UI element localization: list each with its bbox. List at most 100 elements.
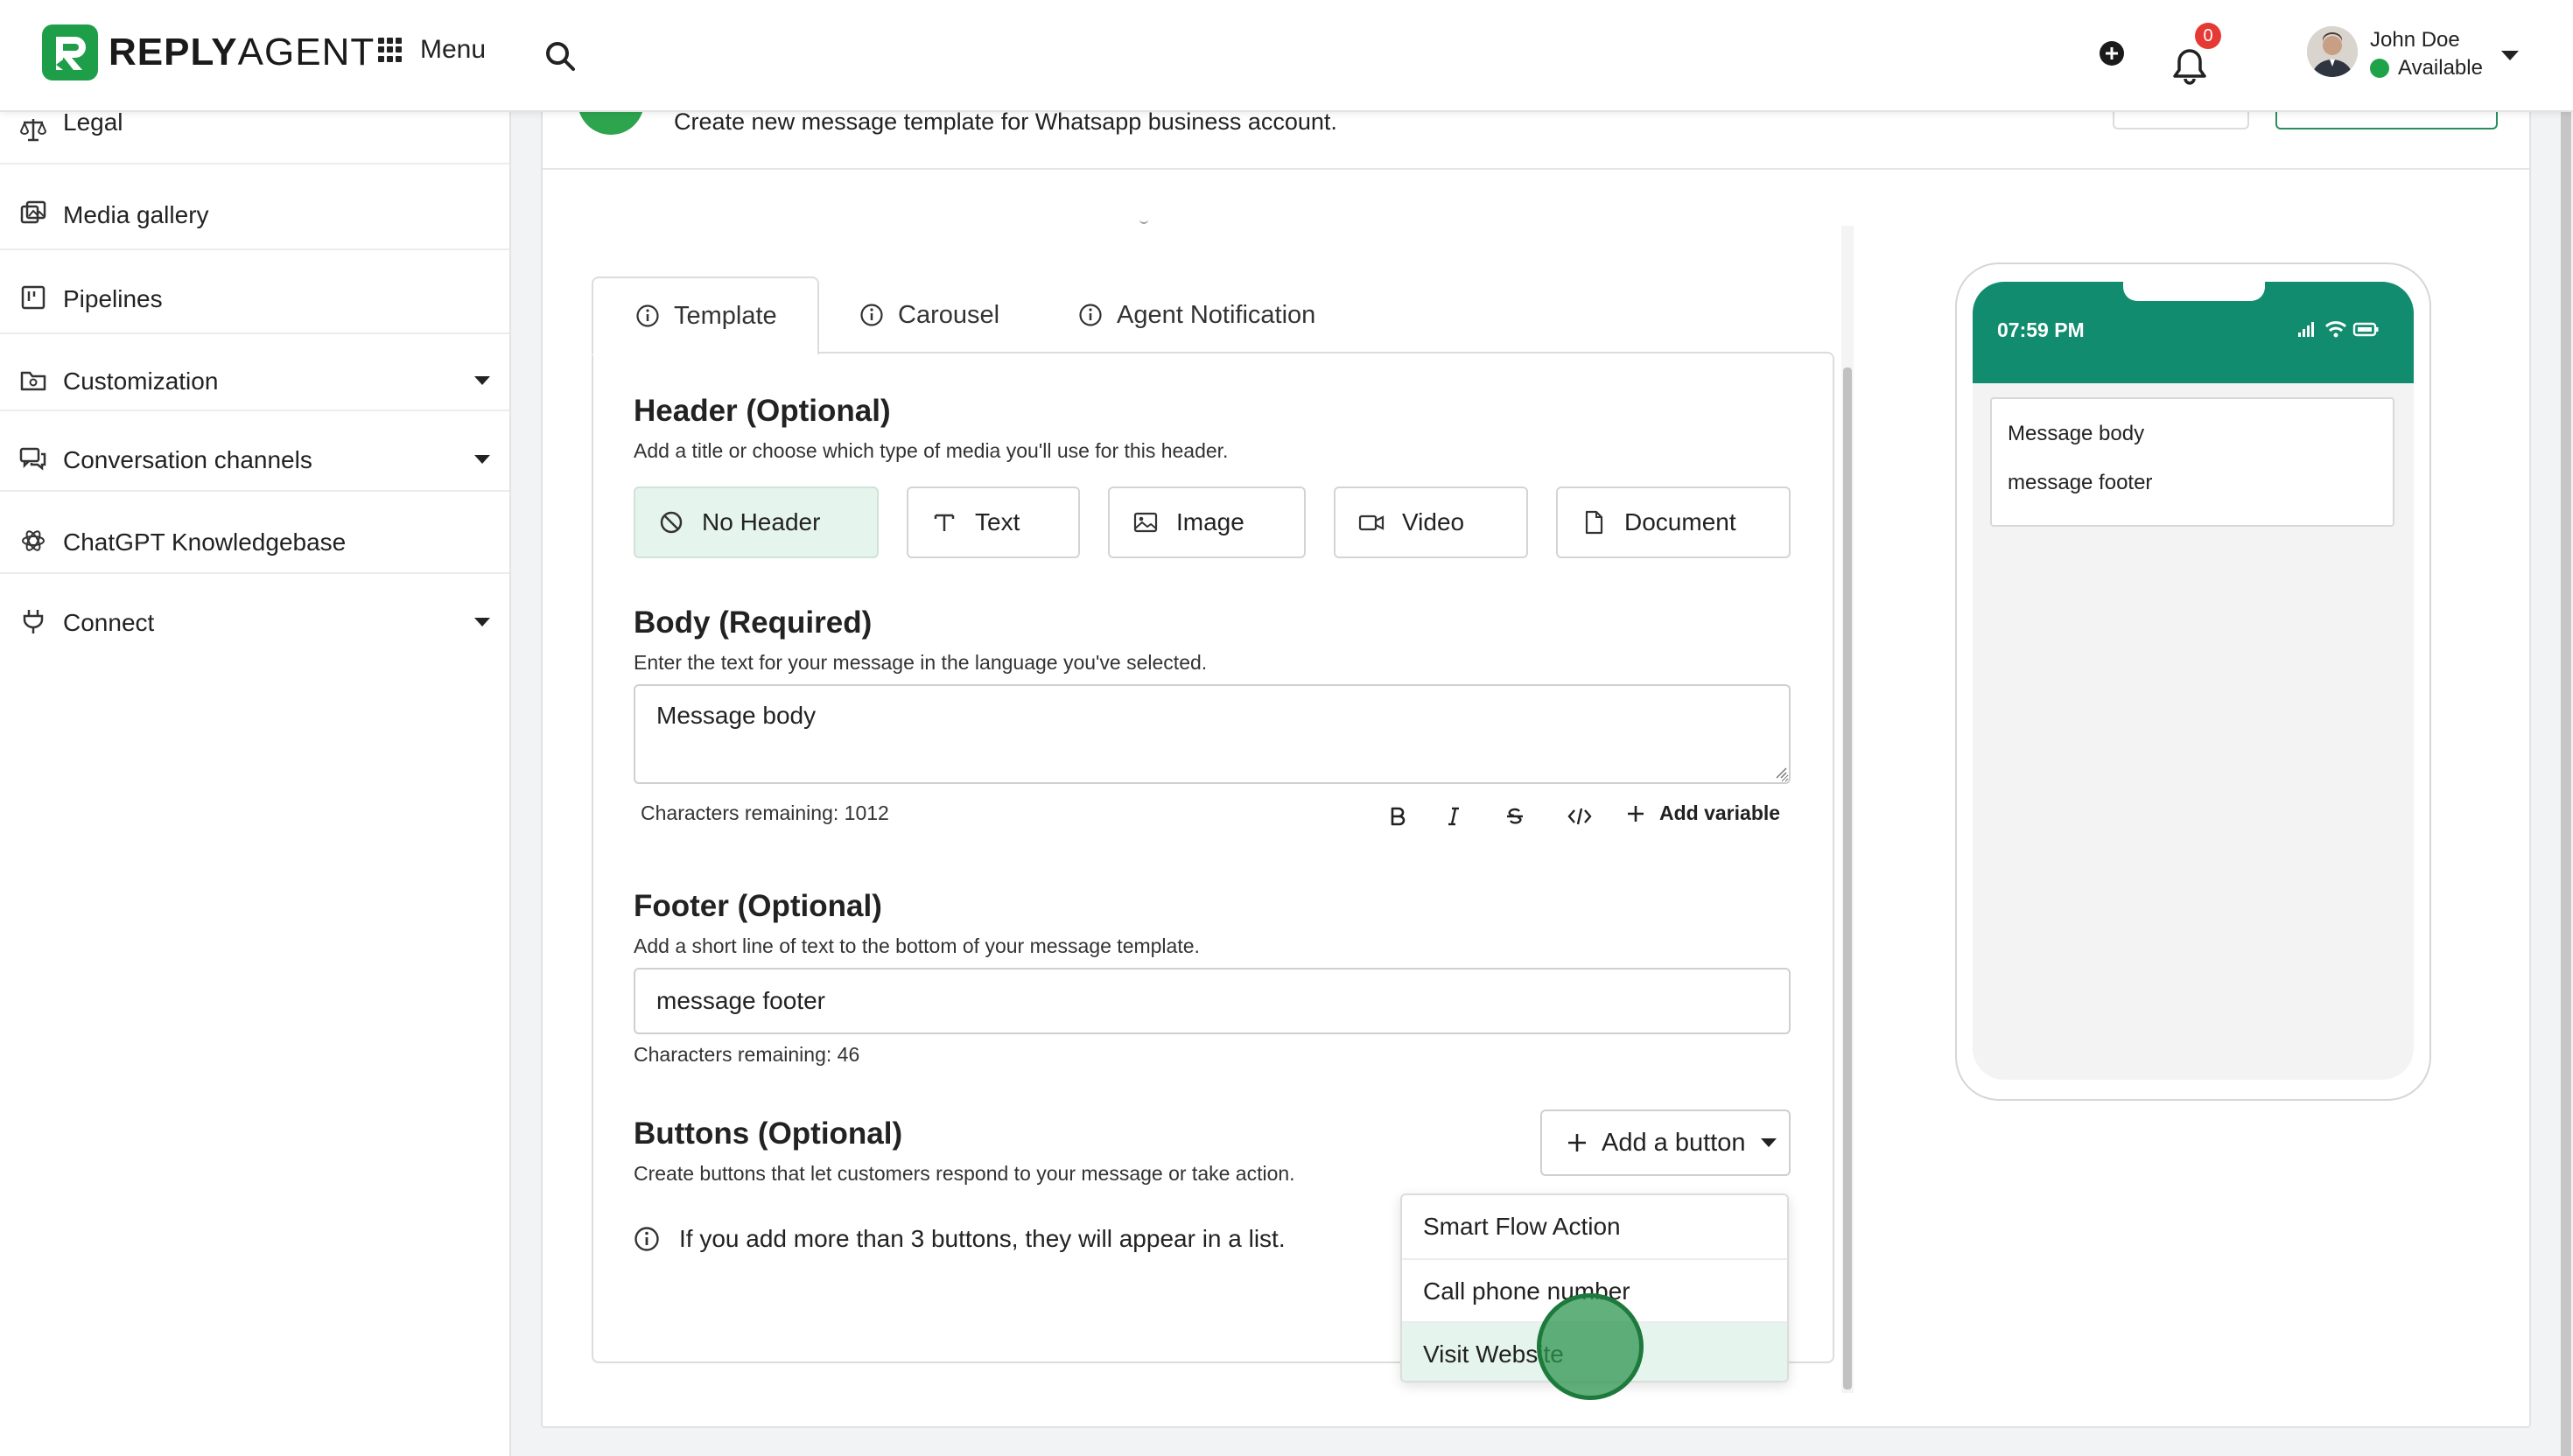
menu-label: Menu [420,35,487,64]
divider [0,572,509,574]
header-option-image[interactable]: Image [1108,486,1306,558]
user-name: John Doe [2370,28,2460,52]
header-option-label: No Header [702,508,821,536]
preview-message-body: Message body [2008,422,2145,445]
notification-badge: 0 [2195,23,2221,49]
user-status[interactable]: Available [2370,56,2483,80]
tab-carousel[interactable]: Carousel [859,276,999,354]
header-option-label: Video [1402,508,1465,536]
sidebar-item-label: ChatGPT Knowledgebase [63,528,347,556]
chat-icon [19,447,46,471]
chevron-down-icon [474,376,490,385]
buttons-info: If you add more than 3 buttons, they wil… [634,1225,1286,1253]
buttons-section-title: Buttons (Optional) [634,1116,903,1151]
resize-grip-icon[interactable] [1773,765,1787,779]
add-circle-icon[interactable] [2099,40,2125,66]
tab-template[interactable]: Template [592,276,819,355]
header-option-text[interactable]: Text [907,486,1080,558]
sidebar-item-label: Conversation channels [63,446,312,473]
sidebar-item-media-gallery[interactable]: Media gallery [0,184,509,245]
sidebar-item-pipelines[interactable]: Pipelines [0,268,509,329]
customization-icon [20,371,46,391]
avatar[interactable] [2307,26,2358,77]
header-option-video[interactable]: Video [1334,486,1528,558]
sidebar-item-chatgpt-knowledgebase[interactable]: ChatGPT Knowledgebase [0,511,509,572]
info-icon [636,304,659,327]
tab-label: Agent Notification [1117,300,1316,329]
code-icon [1567,808,1592,825]
preview-message-footer: message footer [2008,471,2153,494]
italic-button[interactable] [1439,802,1469,831]
divider [543,168,2529,170]
header-option-document[interactable]: Document [1556,486,1791,558]
scale-icon [19,119,47,142]
menu-item-smart-flow-action[interactable]: Smart Flow Action [1402,1195,1787,1258]
avatar-image [2307,26,2358,77]
italic-icon [1448,807,1459,826]
sidebar-item-customization[interactable]: Customization [0,350,509,411]
sidebar-item-label: Connect [63,609,155,636]
menu-button[interactable]: Menu [378,35,486,65]
replyagent-logo[interactable]: REPLYAGENT [42,24,375,80]
header-section-title: Header (Optional) [634,394,891,428]
no-header-icon [660,511,683,534]
sidebar-item-label: Legal [63,108,123,136]
buttons-section-description: Create buttons that let customers respon… [634,1162,1295,1185]
divider [0,490,509,492]
search-icon[interactable] [543,38,578,74]
body-section-description: Enter the text for your message in the l… [634,651,1208,674]
openai-icon [22,530,45,551]
header-option-none[interactable]: No Header [634,486,879,558]
info-icon [860,304,883,326]
add-variable-label: Add variable [1659,802,1781,824]
divider [0,410,509,411]
code-button[interactable] [1565,802,1595,831]
sidebar-item-connect[interactable]: Connect [0,592,509,653]
text-icon [934,514,955,531]
wifi-icon [2324,321,2347,338]
buttons-info-text: If you add more than 3 buttons, they wil… [679,1225,1286,1252]
body-character-counter: Characters remaining: 1012 [641,802,889,824]
divider [0,332,509,334]
sidebar-item-conversation-channels[interactable]: Conversation channels [0,429,509,490]
page-scrollbar-thumb[interactable] [2561,112,2571,1456]
footer-character-counter: Characters remaining: 46 [634,1043,860,1066]
logo-text: REPLYAGENT [109,31,375,74]
gallery-icon [20,200,46,224]
bold-button[interactable] [1383,802,1413,831]
top-bar: REPLYAGENT Menu 0 John Doe Available [0,0,2573,112]
body-textarea[interactable] [634,684,1791,784]
divider [0,248,509,250]
header-option-label: Image [1176,508,1244,536]
body-section-title: Body (Required) [634,606,873,640]
bell-icon[interactable] [2172,47,2207,86]
sidebar: Legal Media gallery Pipelines Customizat… [0,108,511,1456]
user-menu-caret-icon[interactable] [2501,51,2519,60]
bold-icon [1391,807,1406,826]
phone-notch [2123,282,2265,301]
add-a-button-dropdown[interactable]: Add a button [1540,1110,1791,1176]
sidebar-item-label: Customization [63,368,219,395]
page-description: Create new message template for Whatsapp… [674,108,1337,135]
sidebar-item-label: Media gallery [63,201,209,228]
logo-icon [42,24,98,80]
strikethrough-button[interactable] [1500,802,1530,831]
plus-icon [1628,805,1644,822]
message-preview-card: Message body message footer [1990,397,2394,527]
info-icon [634,1227,659,1251]
status-dot-icon [2370,59,2389,78]
add-variable-button[interactable]: Add variable [1626,802,1780,825]
document-icon [1585,510,1603,535]
header-section-description: Add a title or choose which type of medi… [634,439,1229,462]
phone-status-icons [2298,321,2379,338]
add-a-button-label: Add a button [1602,1128,1746,1157]
menu-item-label: Smart Flow Action [1423,1213,1621,1240]
user-status-label: Available [2398,56,2483,80]
form-scrollbar-thumb[interactable] [1843,368,1852,1390]
apps-grid-icon [378,38,403,62]
battery-icon [2352,322,2379,337]
sidebar-item-legal[interactable]: Legal [0,108,509,161]
tab-agent-notification[interactable]: Agent Notification [1078,276,1315,354]
info-icon [1079,304,1102,326]
footer-input[interactable] [634,968,1791,1034]
